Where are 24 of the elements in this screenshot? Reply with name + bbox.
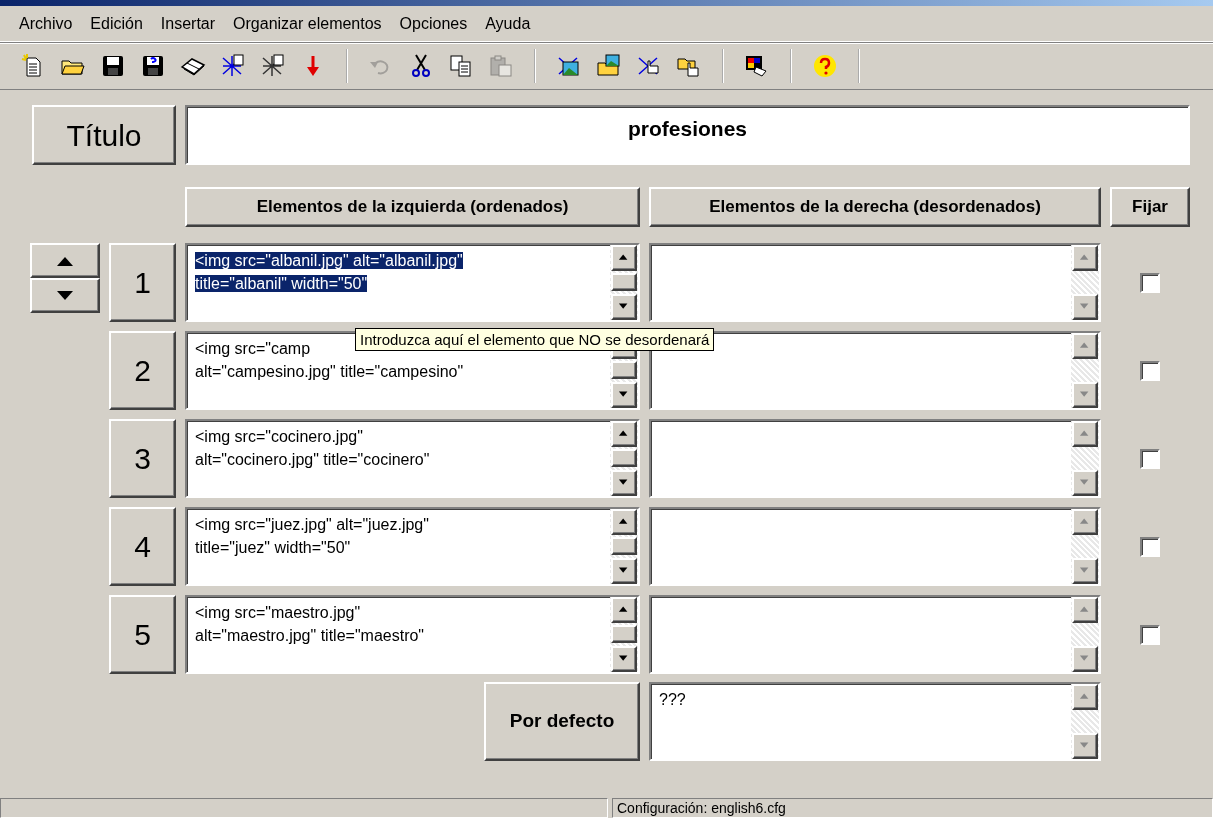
column-header: Fijar — [1110, 187, 1190, 227]
row-number-button[interactable]: 2 — [109, 331, 176, 410]
default-button[interactable]: Por defecto — [484, 682, 640, 761]
text-field[interactable]: ??? — [649, 682, 1101, 761]
menu-item[interactable]: Insertar — [151, 10, 225, 41]
menu-item[interactable]: Edición — [81, 10, 152, 41]
row-number-button[interactable]: 3 — [109, 419, 176, 498]
menu-item[interactable]: Organizar elementos — [224, 10, 391, 41]
text-field[interactable]: <img src="albanil.jpg" alt="albanil.jpg" title="albanil" width="50" — [185, 243, 640, 322]
row-number-button[interactable]: 5 — [109, 595, 176, 674]
row-number-button[interactable]: 4 — [109, 507, 176, 586]
menu-item[interactable]: Archivo — [10, 10, 82, 41]
tooltip: Introduzca aquí el elemento que NO se desordenará — [355, 328, 715, 351]
text-field[interactable]: <img src="cocinero.jpg" alt="cocinero.jpg" title="cocinero" — [185, 419, 640, 498]
title-field[interactable]: profesiones — [185, 105, 1190, 165]
text-field[interactable]: <img src="maestro.jpg" alt="maestro.jpg" title="maestro" — [185, 595, 640, 674]
column-header: Elementos de la derecha (desordenados) — [649, 187, 1101, 227]
menu-item[interactable]: Opciones — [390, 10, 477, 41]
column-header: Elementos de la izquierda (ordenados) — [185, 187, 640, 227]
status-text: Configuración: english6.cfg — [612, 798, 1213, 818]
title-button[interactable]: Título — [32, 105, 176, 165]
menu-item[interactable]: Ayuda — [476, 10, 540, 41]
text-field[interactable]: <img src="juez.jpg" alt="juez.jpg" title="juez" width="50" — [185, 507, 640, 586]
row-number-button[interactable]: 1 — [109, 243, 176, 322]
